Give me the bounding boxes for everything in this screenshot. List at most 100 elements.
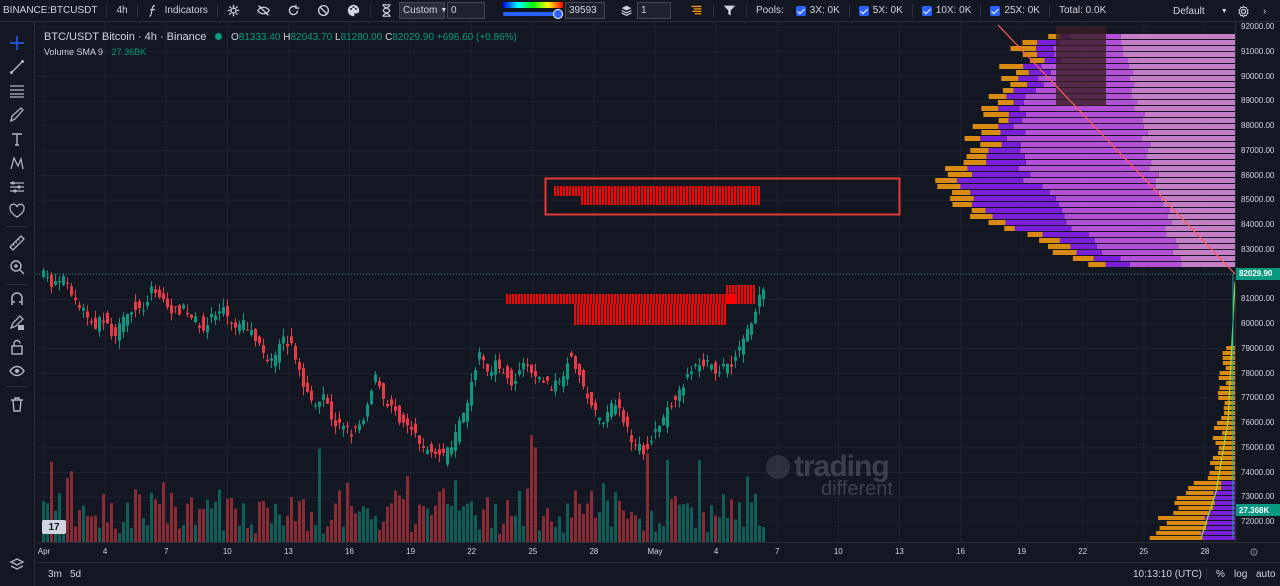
volume-bar [534,447,537,542]
liquidation-bar [533,294,535,304]
crosshair-tool[interactable] [8,34,26,52]
layers-button[interactable] [617,0,637,22]
liquidation-bar [716,186,718,196]
block-button[interactable] [314,0,334,22]
profile-bar [1160,196,1235,201]
palette-button[interactable] [344,0,364,22]
heatmap-slider-thumb[interactable] [552,8,563,19]
profile-bar [1001,76,1019,81]
liquidation-bar [574,304,576,325]
custom-value-input[interactable]: 0 [446,2,485,19]
liquidation-levels-button[interactable] [687,0,707,22]
lock-drawings-tool[interactable] [8,338,26,356]
auto-toggle[interactable]: auto [1256,569,1275,580]
liquidation-bar [746,196,748,205]
liquidation-bar [638,294,640,304]
time-axis-settings-icon[interactable]: ⚙ [1249,546,1259,559]
object-tree-tool[interactable] [8,556,26,574]
liquidation-bar [738,285,740,304]
volume-bar [270,523,273,542]
layout-select[interactable]: Default ▼ [1170,0,1231,22]
profile-bar [1206,526,1235,530]
layers-input[interactable]: 1 [636,2,671,19]
liquidation-bar [539,294,541,304]
pools-label: Pools: [753,0,787,22]
volume-label: Volume SMA 9 [44,47,104,57]
expand-button[interactable]: › [1260,0,1269,22]
chart-settings-button[interactable] [1233,0,1253,22]
liquidation-bar [638,186,640,196]
stay-in-drawing-tool[interactable] [8,314,26,332]
function-icon [147,4,161,18]
volume-bar [650,510,653,542]
liquidation-bar [709,304,711,325]
profile-bar [1155,178,1235,183]
volume-bars [42,435,765,542]
text-tool[interactable] [8,130,26,148]
range-5d-button[interactable]: 5d [70,569,81,580]
hide-button[interactable] [254,0,274,22]
time-axis[interactable]: ⚙ Apr 4 7 10 13 16 19 22 25 28 May 4 7 10 13 16 19 22 25 28 [36,542,1280,562]
remove-drawings-tool[interactable] [8,395,26,413]
hide-drawings-tool[interactable] [8,362,26,380]
volume-bar [414,524,417,542]
ruler-tool[interactable] [8,234,26,252]
ruler-icon [9,235,25,251]
candle-body [406,418,409,426]
refresh-button[interactable] [284,0,304,22]
interval-button[interactable]: 4h [113,0,130,22]
hourglass-button[interactable] [377,0,397,22]
liquidation-bar [734,186,736,196]
trend-line-icon [10,60,24,74]
prediction-tool[interactable] [8,178,26,196]
favorites-tool[interactable] [8,202,26,220]
log-toggle[interactable]: log [1234,569,1247,580]
custom-select[interactable]: Custom ▼ [398,2,447,19]
stacked-lines-icon [690,4,704,18]
checkbox-icon [858,5,869,16]
pool-3x-toggle[interactable]: 3X: 0K [793,0,843,22]
chart-canvas[interactable] [36,22,1235,542]
range-value-input[interactable]: 39593 [564,2,605,19]
liquidation-bar [665,196,667,205]
pool-25x-toggle[interactable]: 25X: 0K [987,0,1043,22]
volume-bar [438,491,441,542]
profile-bar [1020,142,1151,147]
candle-body [338,418,341,423]
pool-5x-toggle[interactable]: 5X: 0K [856,0,906,22]
chart-pane[interactable]: BTC/USDT Bitcoin · 4h · Binance O81333.4… [36,22,1235,542]
pencil-lock-icon [9,315,24,330]
symbol-search[interactable]: BINANCE:BTCUSDT [0,0,100,22]
percent-toggle[interactable]: % [1216,569,1225,580]
zoom-in-tool[interactable] [8,258,26,276]
volume-bar [478,529,481,542]
range-3m-button[interactable]: 3m [48,569,62,580]
horizontal-lines-icon [10,85,24,98]
brush-tool[interactable] [8,106,26,124]
filter-button[interactable] [720,0,740,22]
profile-bar [1059,202,1164,207]
profile-bar [1143,124,1235,129]
magnet-tool[interactable] [8,290,26,308]
clock-label[interactable]: 10:13:10 (UTC) [1133,569,1202,580]
horizontal-lines-tool[interactable] [8,82,26,100]
volume-bar [130,528,133,542]
liquidation-bar [620,196,622,205]
candle-body [374,374,377,382]
heatmap-range-control[interactable] [502,1,563,20]
volume-bar [310,511,313,542]
candle-body [530,364,533,373]
settings-gear-button[interactable] [224,0,244,22]
liquidation-bar [750,285,752,304]
profile-bar [956,178,1024,183]
price-scale[interactable]: 92000.00 91000.00 90000.00 89000.00 88000.00… [1235,22,1280,542]
candle-body [382,383,385,399]
pattern-tool[interactable] [8,154,26,172]
pool-10x-toggle[interactable]: 10X: 0K [919,0,975,22]
profile-bar [1059,238,1095,243]
candle-body [546,376,549,381]
volume-bar [706,532,709,542]
indicators-button[interactable]: Indicators [144,0,211,22]
watermark-logo-icon [766,455,790,479]
trend-line-tool[interactable] [8,58,26,76]
